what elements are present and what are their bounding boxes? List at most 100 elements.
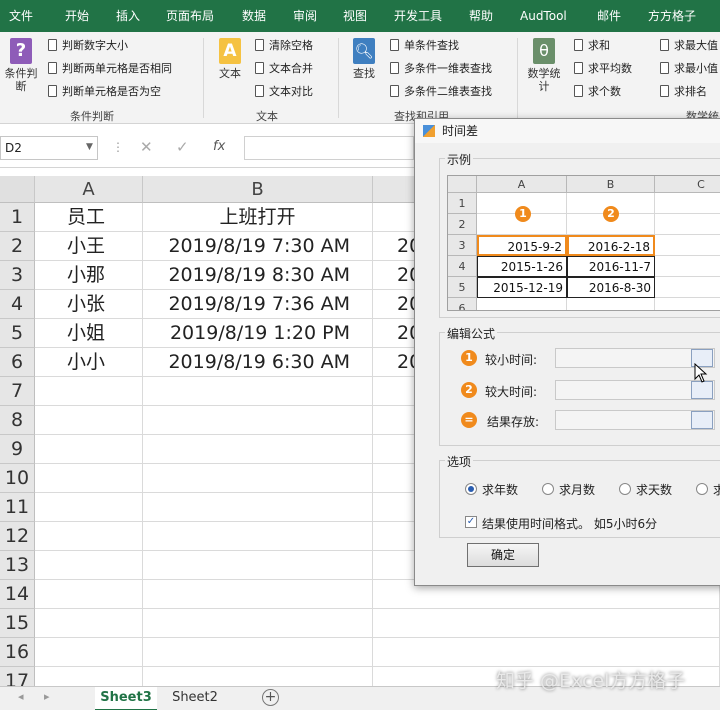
cell-a[interactable] [35,377,143,406]
range-picker-icon[interactable] [691,411,713,429]
radio-days[interactable] [619,483,631,495]
menu-judge-empty[interactable]: 判断单元格是否为空 [48,84,161,100]
menu-judge-number[interactable]: 判断数字大小 [48,38,128,54]
row-header[interactable]: 13 [0,551,35,580]
cell-b[interactable]: 2019/8/19 8:30 AM [143,261,373,290]
row-header[interactable]: 5 [0,319,35,348]
tab-developer[interactable]: 开发工具 [394,0,442,32]
menu-average[interactable]: 求平均数 [574,61,632,77]
row-header[interactable]: 1 [0,203,35,232]
cell-b[interactable] [143,609,373,638]
name-box[interactable]: D2 [0,136,98,160]
row-header[interactable]: 2 [0,232,35,261]
cell-b[interactable]: 2019/8/19 6:30 AM [143,348,373,377]
cell-a[interactable]: 小那 [35,261,143,290]
menu-multi-2d-lookup[interactable]: 多条件二维表查找 [390,84,492,100]
menu-min[interactable]: 求最小值 [660,61,718,77]
cell-b[interactable]: 2019/8/19 7:30 AM [143,232,373,261]
tab-audtool[interactable]: AudTool [520,0,567,32]
ok-button[interactable]: 确定 [467,543,539,567]
row-header[interactable]: 4 [0,290,35,319]
cell-b[interactable] [143,435,373,464]
menu-rank[interactable]: 求排名 [660,84,707,100]
next-sheet-icon[interactable]: ▸ [44,690,50,703]
row-header[interactable]: 10 [0,464,35,493]
cell-a[interactable]: 小姐 [35,319,143,348]
cell-b[interactable] [143,580,373,609]
cell-a[interactable]: 小张 [35,290,143,319]
cell-b[interactable] [143,522,373,551]
dialog-titlebar[interactable]: 时间差 [415,119,720,143]
cell-c[interactable] [373,638,720,667]
fx-icon[interactable]: fx [213,139,225,154]
tab-insert[interactable]: 插入 [116,0,140,32]
cell-a[interactable] [35,493,143,522]
cell-b[interactable] [143,493,373,522]
menu-clear-spaces[interactable]: 清除空格 [255,38,313,54]
menu-single-lookup[interactable]: 单条件查找 [390,38,459,54]
cell-a[interactable] [35,580,143,609]
menu-multi-1d-lookup[interactable]: 多条件一维表查找 [390,61,492,77]
row-header[interactable]: 11 [0,493,35,522]
cell-b[interactable] [143,406,373,435]
sheet-tab-sheet2[interactable]: Sheet2 [160,687,230,710]
cell-b[interactable] [143,638,373,667]
lookup-button[interactable]: 🔍︎ 查找 [346,38,382,80]
cell-a[interactable] [35,638,143,667]
select-all-corner[interactable] [0,176,35,203]
cell-a[interactable]: 小王 [35,232,143,261]
menu-max[interactable]: 求最大值 [660,38,718,54]
cell-a[interactable] [35,522,143,551]
tab-review[interactable]: 审阅 [293,0,317,32]
tab-fangfang[interactable]: 方方格子 [648,0,696,32]
tab-mail[interactable]: 邮件 [597,0,621,32]
radio-years[interactable] [465,483,477,495]
condition-button[interactable]: ? 条件判断 [2,38,40,93]
cell-b[interactable]: 2019/8/19 1:20 PM [143,319,373,348]
cell-a[interactable] [35,551,143,580]
row-header[interactable]: 12 [0,522,35,551]
cell-b[interactable] [143,464,373,493]
cell-b[interactable]: 上班打开 [143,203,373,232]
tab-file[interactable]: 文件 [9,0,33,32]
cell-c[interactable] [373,609,720,638]
text-button[interactable]: A 文本 [212,38,248,80]
row-header[interactable]: 3 [0,261,35,290]
formula-input[interactable] [244,136,414,160]
confirm-icon[interactable]: ✓ [176,138,189,156]
tab-data[interactable]: 数据 [242,0,266,32]
tab-page-layout[interactable]: 页面布局 [166,0,214,32]
cell-a[interactable]: 员工 [35,203,143,232]
cell-a[interactable] [35,406,143,435]
row-header[interactable]: 6 [0,348,35,377]
tab-view[interactable]: 视图 [343,0,367,32]
cell-a[interactable] [35,609,143,638]
menu-text-compare[interactable]: 文本对比 [255,84,313,100]
row-header[interactable]: 9 [0,435,35,464]
cell-a[interactable] [35,435,143,464]
row-header[interactable]: 15 [0,609,35,638]
tab-home[interactable]: 开始 [65,0,89,32]
row-header[interactable]: 8 [0,406,35,435]
menu-count[interactable]: 求个数 [574,84,621,100]
cell-b[interactable]: 2019/8/19 7:36 AM [143,290,373,319]
column-header-a[interactable]: A [35,176,143,203]
cell-a[interactable] [35,464,143,493]
row-header[interactable]: 7 [0,377,35,406]
cell-b[interactable] [143,551,373,580]
add-sheet-icon[interactable]: + [262,689,279,706]
time-format-checkbox[interactable]: ✓ [465,516,477,528]
cell-b[interactable] [143,377,373,406]
row-header[interactable]: 16 [0,638,35,667]
prev-sheet-icon[interactable]: ◂ [18,690,24,703]
stats-button[interactable]: θ 数学统计 [524,38,564,93]
radio-more[interactable] [696,483,708,495]
cancel-icon[interactable]: ✕ [140,138,153,156]
menu-text-merge[interactable]: 文本合并 [255,61,313,77]
row-header[interactable]: 14 [0,580,35,609]
cell-a[interactable]: 小小 [35,348,143,377]
radio-months[interactable] [542,483,554,495]
column-header-b[interactable]: B [143,176,373,203]
menu-sum[interactable]: 求和 [574,38,610,54]
tab-help[interactable]: 帮助 [469,0,493,32]
